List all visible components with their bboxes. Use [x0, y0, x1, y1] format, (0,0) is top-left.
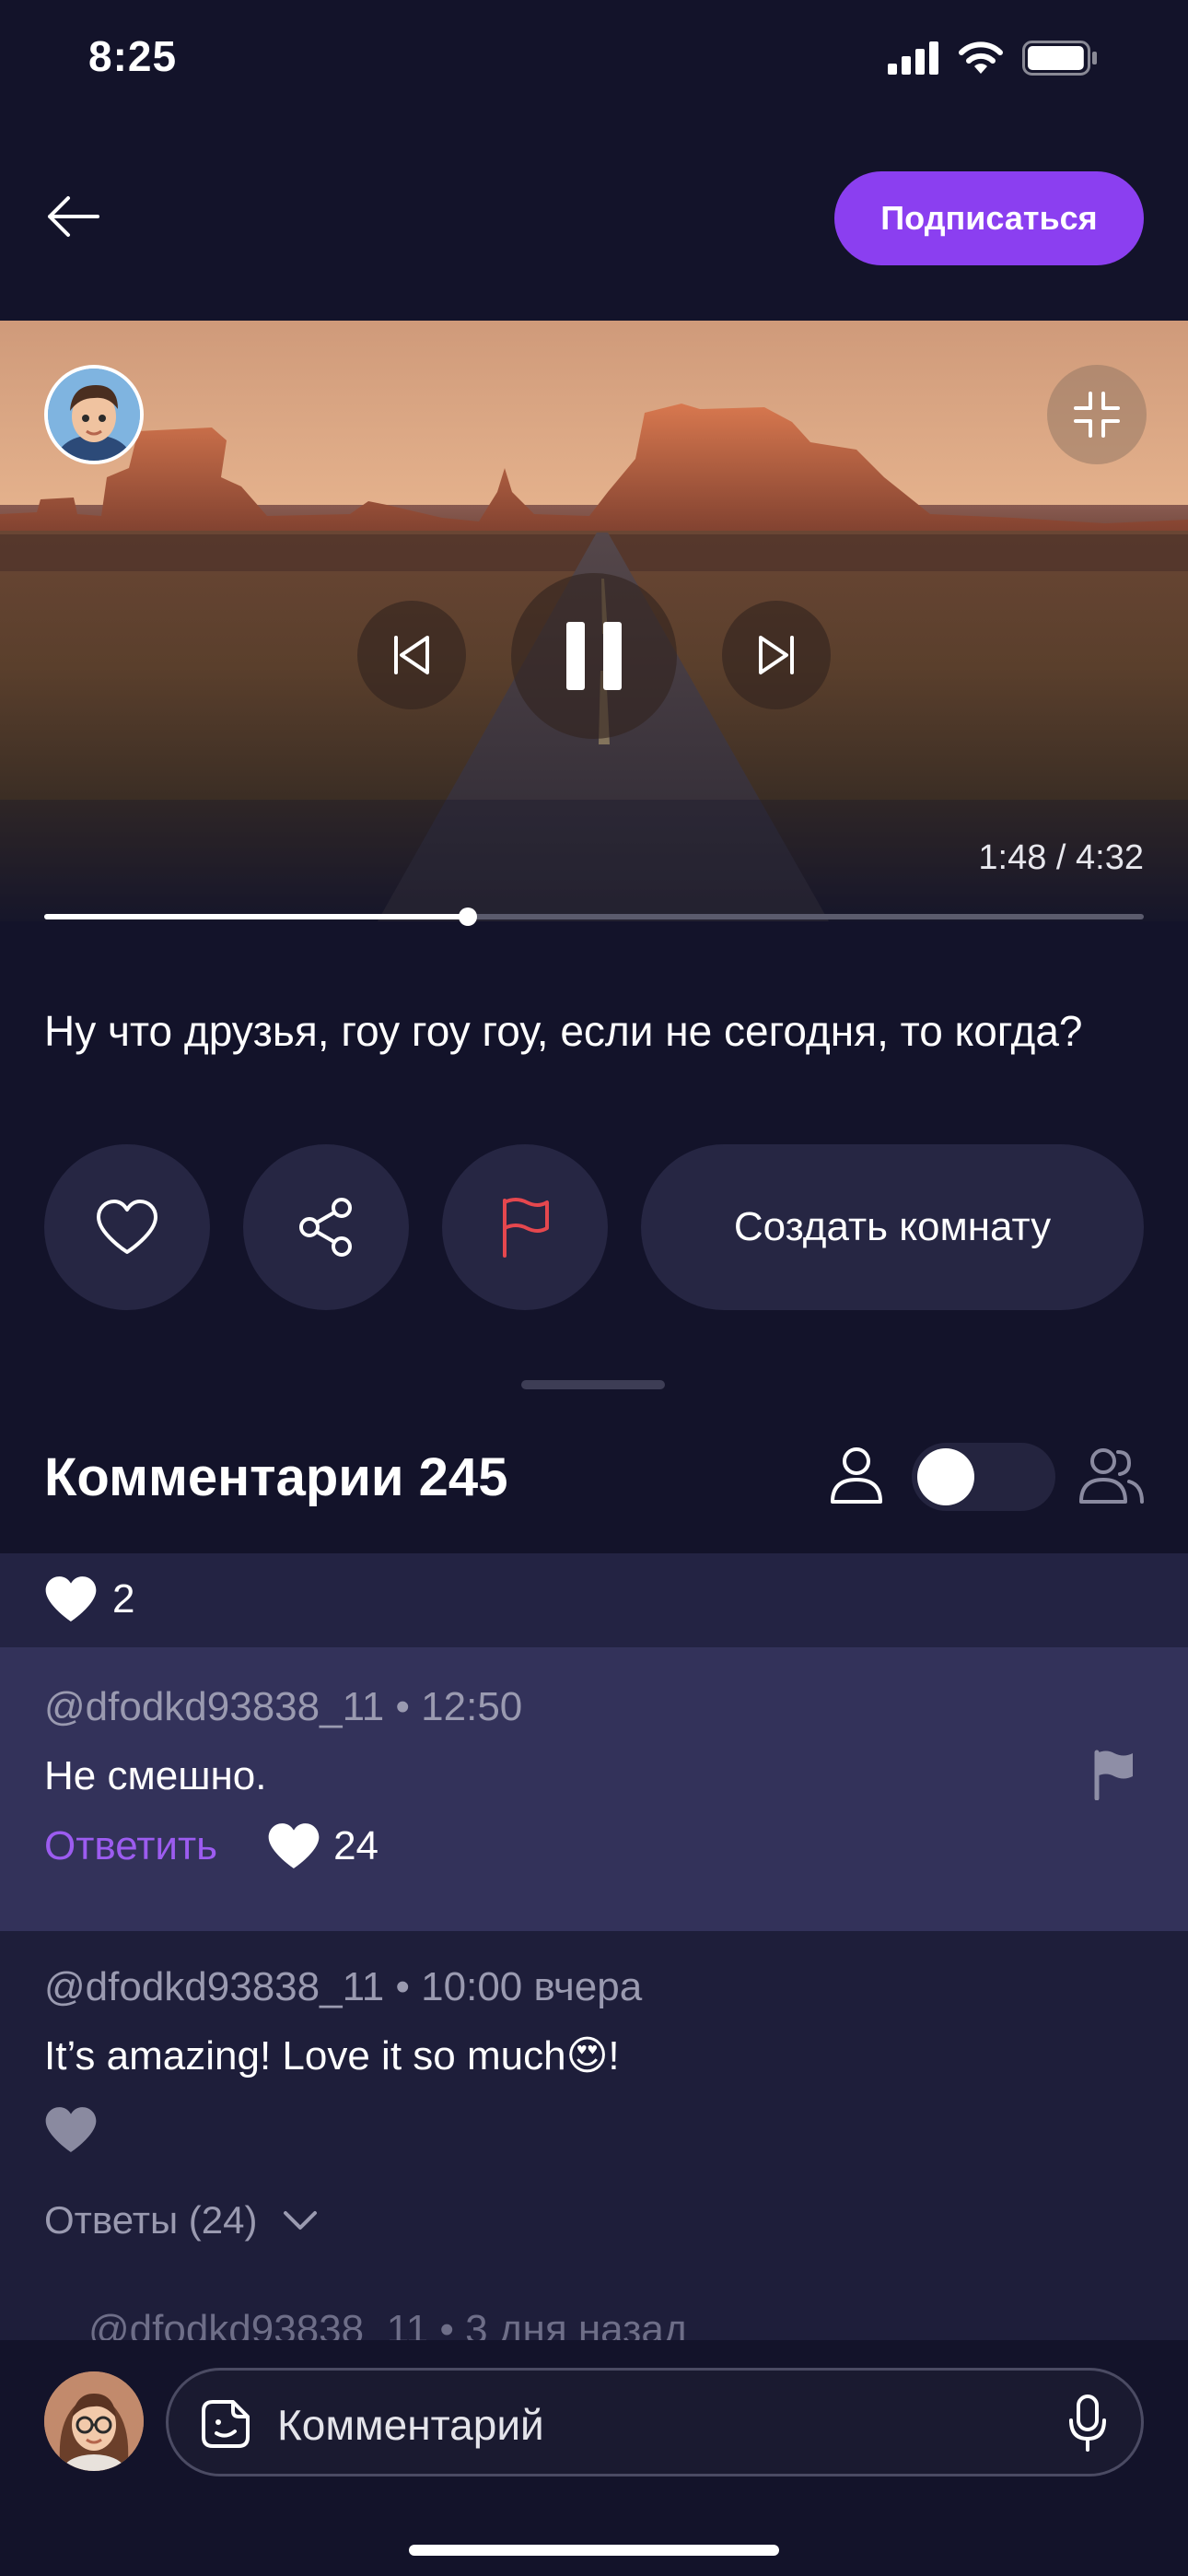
previous-icon: [394, 636, 429, 674]
create-room-button[interactable]: Создать комнату: [641, 1144, 1144, 1310]
comment-like-button[interactable]: 24: [267, 1822, 379, 1870]
pause-button[interactable]: [511, 573, 677, 739]
heart-filled-icon: [45, 1576, 97, 1622]
like-button[interactable]: [44, 1144, 210, 1310]
progress-bar[interactable]: [44, 907, 1144, 926]
comment-text: It’s amazing! Love it so much😍!: [44, 2033, 620, 2078]
comment-time: 12:50: [421, 1684, 523, 1729]
comment-input[interactable]: Комментарий: [166, 2368, 1144, 2476]
comment-item-highlighted[interactable]: @dfodkd93838_11 • 12:50 Не смешно. Ответ…: [0, 1647, 1188, 1931]
next-button[interactable]: [722, 601, 831, 709]
collapse-button[interactable]: [1047, 365, 1147, 464]
sticker-icon[interactable]: [200, 2398, 251, 2450]
group-icon[interactable]: [1076, 1445, 1146, 1505]
comment-report-flag-icon[interactable]: [1092, 1749, 1136, 1800]
comment-time: 10:00 вчера: [421, 1964, 643, 2009]
author-avatar[interactable]: [44, 365, 144, 464]
subscribe-button[interactable]: Подписаться: [834, 171, 1144, 265]
heart-filled-icon[interactable]: [44, 2106, 98, 2154]
meta-separator: •: [395, 1684, 422, 1729]
comment-actions: Ответить 24: [44, 1822, 379, 1870]
share-button[interactable]: [243, 1144, 409, 1310]
replies-toggle[interactable]: Ответы (24): [44, 2198, 319, 2242]
microphone-icon[interactable]: [1067, 2395, 1108, 2452]
battery-icon: [1022, 41, 1097, 76]
post-caption: Ну что друзья, гоу гоу гоу, если не сего…: [44, 1007, 1083, 1055]
comment-like-button[interactable]: 2: [44, 1575, 134, 1623]
collapse-icon: [1074, 392, 1120, 438]
my-avatar[interactable]: [44, 2371, 144, 2471]
comment-meta: @dfodkd93838_11 • 12:50: [44, 1684, 522, 1730]
heart-icon: [97, 1200, 157, 1254]
chevron-down-icon: [283, 2211, 317, 2230]
meta-separator: •: [395, 1964, 422, 2009]
comments-title: Комментарии 245: [44, 1447, 508, 1507]
toggle-knob: [917, 1448, 974, 1505]
status-icons: [888, 41, 1098, 76]
progress-knob[interactable]: [458, 907, 477, 926]
home-indicator: [409, 2545, 779, 2556]
replies-label: Ответы (24): [44, 2198, 258, 2242]
comment-input-placeholder: Комментарий: [277, 2401, 544, 2449]
heart-filled-icon: [268, 1823, 320, 1869]
back-button[interactable]: [41, 184, 105, 249]
status-time: 8:25: [88, 32, 178, 80]
playback-time: 1:48 / 4:32: [978, 838, 1144, 877]
previous-button[interactable]: [357, 601, 466, 709]
comments-mode-toggle[interactable]: [912, 1443, 1055, 1511]
flag-icon: [503, 1198, 549, 1258]
sheet-drag-handle[interactable]: [521, 1380, 665, 1389]
my-avatar-image: [44, 2371, 144, 2471]
reply-link[interactable]: Ответить: [44, 1823, 217, 1869]
progress-fill: [44, 914, 468, 919]
comment-item[interactable]: @dfodkd93838_11 • 10:00 вчера It’s amazi…: [0, 1931, 1188, 2300]
person-icon[interactable]: [827, 1445, 886, 1505]
comment-author[interactable]: @dfodkd93838_11: [44, 1684, 384, 1729]
author-avatar-image: [48, 369, 140, 461]
comments-list[interactable]: 2 @dfodkd93838_11 • 12:50 Не смешно. Отв…: [0, 1553, 1188, 2383]
share-icon: [299, 1198, 352, 1257]
comment-author[interactable]: @dfodkd93838_11: [44, 1964, 384, 2009]
comment-text: Не смешно.: [44, 1753, 267, 1798]
comment-meta: @dfodkd93838_11 • 10:00 вчера: [44, 1964, 642, 2010]
back-arrow-icon: [48, 196, 99, 237]
comment-item: 2: [0, 1553, 1188, 1647]
pause-icon: [566, 622, 622, 690]
comment-like-count: 2: [112, 1576, 135, 1622]
cellular-signal-icon: [888, 41, 938, 75]
comment-like-count: 24: [333, 1823, 379, 1868]
wifi-icon: [959, 41, 1003, 74]
report-button[interactable]: [442, 1144, 608, 1310]
next-icon: [759, 636, 794, 674]
